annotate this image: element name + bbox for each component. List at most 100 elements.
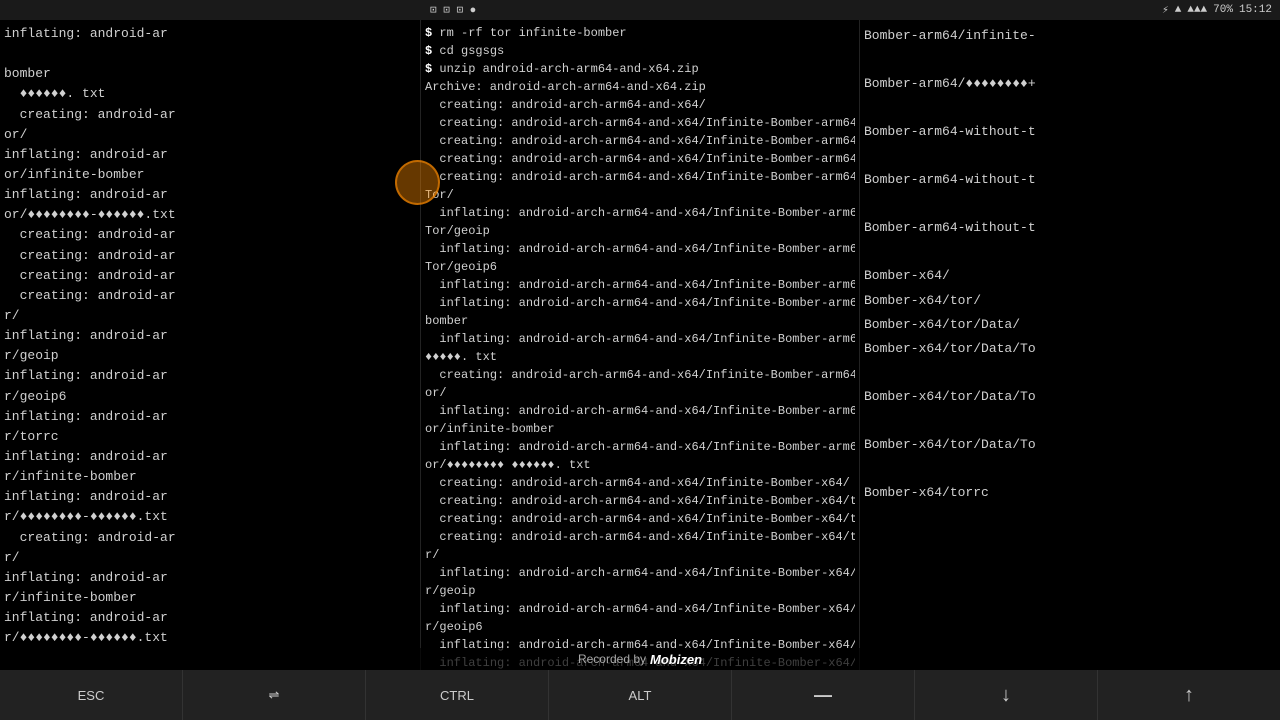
term-line: creating: android-arch-arm64-and-x64/Inf… [425, 366, 855, 384]
term-line [4, 44, 416, 64]
alt-button[interactable]: ALT [549, 670, 732, 720]
term-line: inflating: android-ar [4, 145, 416, 165]
term-line: inflating: android-ar [4, 326, 416, 346]
center-terminal-panel[interactable]: $ rm -rf tor infinite-bomber $ cd gsgsgs… [420, 20, 860, 670]
up-arrow-icon: ↑ [1184, 684, 1194, 707]
term-line: inflating: android-ar [4, 24, 416, 44]
term-line: inflating: android-arch-arm64-and-x64/In… [425, 402, 855, 420]
term-line: r/torrc [4, 427, 416, 447]
term-line: Bomber-arm64/♦♦♦♦♦♦♦♦+ [864, 72, 1276, 96]
left-terminal-panel[interactable]: inflating: android-ar bomber ♦♦♦♦♦♦. txt… [0, 20, 420, 670]
term-line: creating: android-arch-arm64-and-x64/Inf… [425, 114, 855, 132]
dash-button[interactable]: — [732, 670, 915, 720]
right-terminal-panel: Bomber-arm64/infinite- Bomber-arm64/♦♦♦♦… [860, 20, 1280, 670]
term-line: Archive: android-arch-arm64-and-x64.zip [425, 78, 855, 96]
term-line: Bomber-x64/tor/Data/To [864, 433, 1276, 457]
term-line: or/infinite-bomber [4, 165, 416, 185]
dash-icon: — [814, 685, 832, 706]
term-line: r/ [4, 548, 416, 568]
mobizen-logo: Mobizen [650, 652, 702, 667]
term-line: r/ [425, 546, 855, 564]
term-line: creating: android-arch-arm64-and-x64/Inf… [425, 474, 855, 492]
esc-label: ESC [78, 688, 105, 703]
term-line: Bomber-arm64-without-t [864, 120, 1276, 144]
main-content: inflating: android-ar bomber ♦♦♦♦♦♦. txt… [0, 20, 1280, 670]
term-line: or/ [4, 125, 416, 145]
term-line: creating: android-arch-arm64-and-x64/Inf… [425, 168, 855, 186]
down-arrow-icon: ↓ [1001, 684, 1011, 707]
term-line [864, 144, 1276, 168]
term-line: creating: android-ar [4, 528, 416, 548]
term-line: inflating: android-arch-arm64-and-x64/In… [425, 330, 855, 348]
term-line: inflating: android-arch-arm64-and-x64/In… [425, 600, 855, 618]
bluetooth-icon: ⚡ [1162, 3, 1169, 17]
switch-button[interactable]: ⇌ [183, 670, 366, 720]
term-line: ♦♦♦♦♦♦. txt [4, 84, 416, 104]
term-line [864, 240, 1276, 264]
term-line: creating: android-arch-arm64-and-x64/ [425, 96, 855, 114]
down-button[interactable]: ↓ [915, 670, 1098, 720]
term-line [864, 457, 1276, 481]
ctrl-label: CTRL [440, 688, 474, 703]
term-line: or/♦♦♦♦♦♦♦♦-♦♦♦♦♦♦.txt [4, 205, 416, 225]
term-line: inflating: android-ar [4, 568, 416, 588]
term-line: $ cd gsgsgs [425, 42, 855, 60]
signal-icon: ▲▲▲ [1187, 4, 1207, 16]
term-line: creating: android-ar [4, 286, 416, 306]
term-line [864, 96, 1276, 120]
term-line: creating: android-ar [4, 105, 416, 125]
term-line [864, 192, 1276, 216]
esc-button[interactable]: ESC [0, 670, 183, 720]
term-line: inflating: android-arch-arm64-and-x64/In… [425, 240, 855, 258]
term-line: inflating: android-ar [4, 608, 416, 628]
term-line: r/♦♦♦♦♦♦♦♦-♦♦♦♦♦♦.txt [4, 507, 416, 527]
term-line: creating: android-arch-arm64-and-x64/Inf… [425, 492, 855, 510]
term-line: or/ [425, 384, 855, 402]
term-line: creating: android-ar [4, 266, 416, 286]
term-line: inflating: android-ar [4, 366, 416, 386]
term-line: r/geoip [4, 346, 416, 366]
term-line: inflating: android-arch-arm64-and-x64/In… [425, 276, 855, 294]
term-line: creating: android-arch-arm64-and-x64/Inf… [425, 510, 855, 528]
term-line: inflating: android-arch-arm64-and-x64/In… [425, 294, 855, 312]
term-line: r/geoip [425, 582, 855, 600]
term-line: ♦♦♦♦♦. txt [425, 348, 855, 366]
status-icons: ⊡ ⊡ ⊡ ● [430, 3, 476, 17]
term-line: r/ [4, 306, 416, 326]
alt-label: ALT [629, 688, 652, 703]
up-button[interactable]: ↑ [1098, 670, 1280, 720]
term-line: bomber [425, 312, 855, 330]
term-line: Bomber-arm64/infinite- [864, 24, 1276, 48]
term-line: creating: android-arch-arm64-and-x64/Inf… [425, 132, 855, 150]
term-line: creating: android-ar [4, 246, 416, 266]
ctrl-button[interactable]: CTRL [366, 670, 549, 720]
touch-indicator [395, 160, 440, 205]
term-line: r/♦♦♦♦♦♦♦♦-♦♦♦♦♦♦.txt [4, 628, 416, 648]
status-right: ⚡ ▲ ▲▲▲ 70% 15:12 [1162, 3, 1272, 17]
term-line: inflating: android-ar [4, 447, 416, 467]
term-line: or/infinite-bomber [425, 420, 855, 438]
status-bar: ⊡ ⊡ ⊡ ● ⚡ ▲ ▲▲▲ 70% 15:12 [0, 0, 1280, 20]
term-line [864, 361, 1276, 385]
term-line: inflating: android-arch-arm64-and-x64/In… [425, 564, 855, 582]
battery-level: 70% [1213, 4, 1233, 16]
recorded-bar: Recorded by Mobizen [0, 648, 1280, 670]
term-line: inflating: android-arch-arm64-and-x64/In… [425, 438, 855, 456]
term-line: inflating: android-ar [4, 185, 416, 205]
term-line: Tor/geoip6 [425, 258, 855, 276]
term-line: r/geoip6 [4, 387, 416, 407]
term-line: Bomber-x64/tor/Data/To [864, 337, 1276, 361]
term-line: creating: android-ar [4, 225, 416, 245]
term-line: Bomber-x64/tor/Data/To [864, 385, 1276, 409]
term-line: creating: android-arch-arm64-and-x64/Inf… [425, 150, 855, 168]
term-line: Bomber-x64/tor/Data/ [864, 313, 1276, 337]
term-line: Bomber-x64/ [864, 264, 1276, 288]
term-line: Bomber-arm64-without-t [864, 216, 1276, 240]
term-line: Bomber-arm64-without-t [864, 168, 1276, 192]
time-display: 15:12 [1239, 4, 1272, 16]
term-line: $ rm -rf tor infinite-bomber [425, 24, 855, 42]
wifi-icon: ▲ [1175, 4, 1182, 16]
term-line: $ unzip android-arch-arm64-and-x64.zip [425, 60, 855, 78]
term-line: inflating: android-ar [4, 487, 416, 507]
switch-icon: ⇌ [269, 687, 280, 703]
